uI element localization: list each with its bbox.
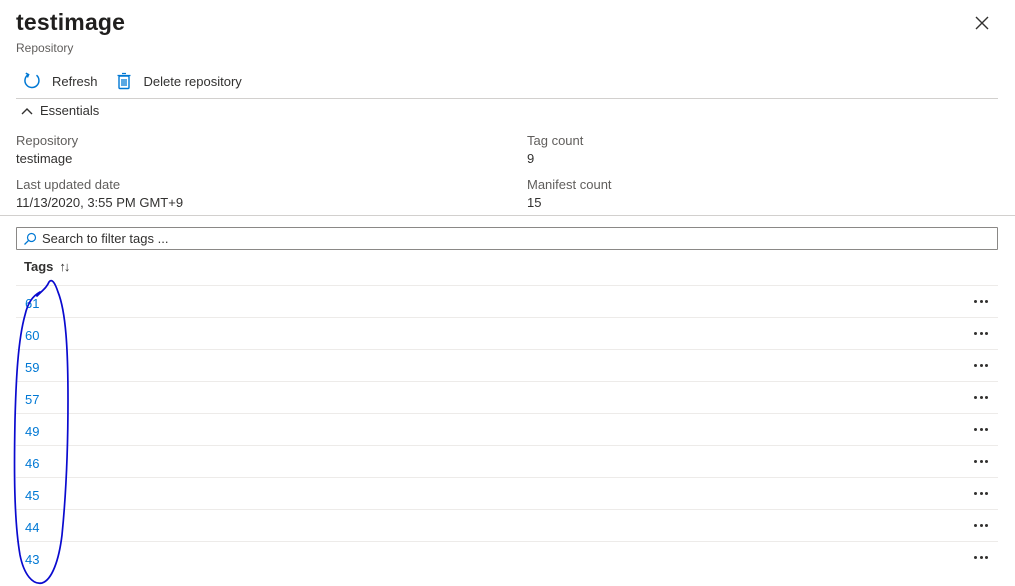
essentials-toggle[interactable]: Essentials <box>20 103 99 118</box>
sort-icon: ↑↓ <box>59 259 70 274</box>
repository-value: testimage <box>16 151 73 166</box>
more-options-button[interactable] <box>970 355 992 375</box>
more-options-button[interactable] <box>970 291 992 311</box>
more-options-button[interactable] <box>970 387 992 407</box>
table-row: 43 <box>16 541 998 573</box>
tag-link[interactable]: 60 <box>25 328 39 343</box>
manifest-count-value: 15 <box>527 195 542 210</box>
repository-label: Repository <box>16 133 79 148</box>
tag-link[interactable]: 43 <box>25 552 39 567</box>
page-title: testimage <box>16 9 126 35</box>
more-options-button[interactable] <box>970 547 992 567</box>
table-row: 44 <box>16 509 998 541</box>
tag-link[interactable]: 59 <box>25 360 39 375</box>
table-row: 57 <box>16 381 998 413</box>
more-options-button[interactable] <box>970 419 992 439</box>
tag-link[interactable]: 46 <box>25 456 39 471</box>
essentials-divider <box>0 215 1015 216</box>
more-options-button[interactable] <box>970 515 992 535</box>
refresh-button[interactable]: Refresh <box>16 71 98 91</box>
table-row: 61 <box>16 285 998 317</box>
tag-link[interactable]: 61 <box>25 296 39 311</box>
tag-link[interactable]: 44 <box>25 520 39 535</box>
refresh-label: Refresh <box>52 73 98 89</box>
search-box[interactable] <box>16 227 998 250</box>
table-row: 49 <box>16 413 998 445</box>
tags-column-header[interactable]: Tags ↑↓ <box>24 259 70 274</box>
manifest-count-label: Manifest count <box>527 177 612 192</box>
last-updated-label: Last updated date <box>16 177 121 192</box>
more-options-button[interactable] <box>970 483 992 503</box>
command-bar: Refresh Delete repository <box>16 68 258 94</box>
tags-list: 61 60 59 57 49 46 45 44 43 <box>16 285 998 573</box>
more-options-button[interactable] <box>970 451 992 471</box>
table-row: 45 <box>16 477 998 509</box>
blade-header: testimage Repository <box>16 8 125 56</box>
search-input[interactable] <box>42 231 942 246</box>
tag-link[interactable]: 57 <box>25 392 39 407</box>
page-subtitle: Repository <box>16 41 74 55</box>
close-button[interactable] <box>970 11 994 35</box>
tag-count-label: Tag count <box>527 133 584 148</box>
tag-count-value: 9 <box>527 151 535 166</box>
table-row: 59 <box>16 349 998 381</box>
tags-column-label: Tags <box>24 259 54 274</box>
tag-link[interactable]: 45 <box>25 488 39 503</box>
delete-repository-label: Delete repository <box>143 73 242 89</box>
essentials-label: Essentials <box>40 103 100 118</box>
chevron-up-icon <box>21 107 33 114</box>
refresh-icon <box>22 71 42 91</box>
toolbar-divider <box>16 98 998 99</box>
last-updated-value: 11/13/2020, 3:55 PM GMT+9 <box>16 195 184 210</box>
delete-repository-button[interactable]: Delete repository <box>114 71 242 91</box>
trash-icon <box>114 71 134 91</box>
table-row: 60 <box>16 317 998 349</box>
search-icon <box>24 232 37 245</box>
close-icon <box>975 16 989 30</box>
more-options-button[interactable] <box>970 323 992 343</box>
tag-link[interactable]: 49 <box>25 424 39 439</box>
table-row: 46 <box>16 445 998 477</box>
